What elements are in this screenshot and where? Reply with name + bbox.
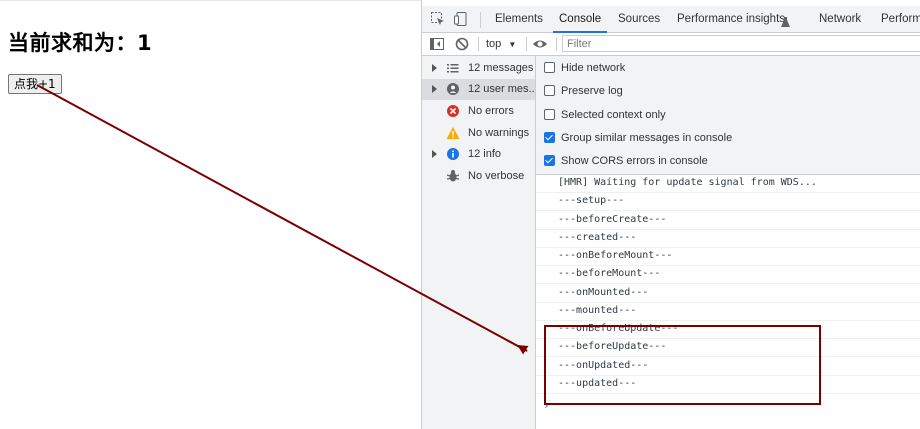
tab-sources[interactable]: Sources (618, 6, 660, 32)
info-icon (446, 147, 460, 161)
checkbox-icon[interactable] (544, 61, 555, 73)
filter-input[interactable] (562, 35, 920, 52)
context-label: top (486, 38, 502, 50)
expand-arrow-icon[interactable] (432, 64, 437, 72)
console-message: ---beforeCreate--- (536, 212, 920, 230)
toolbar-divider (526, 37, 527, 51)
list-icon (446, 61, 460, 75)
console-message: ---setup--- (536, 193, 920, 211)
tab-performance-insights[interactable]: Performance insights (677, 6, 785, 32)
chevron-down-icon: ▼ (508, 40, 517, 49)
checkbox-label: Preserve log (561, 85, 623, 97)
checkbox-checked-icon[interactable] (544, 154, 555, 166)
sum-heading: 当前求和为：1 (8, 31, 153, 55)
console-toolbar: top ▼ (422, 33, 920, 56)
toolbar-divider (478, 37, 479, 51)
sidebar-item-info[interactable]: 12 info (422, 144, 535, 165)
console-settings-panel: Hide network Preserve log Selected conte… (536, 56, 920, 175)
eye-icon[interactable] (532, 36, 548, 52)
checkbox-label: Selected context only (561, 109, 666, 121)
expand-arrow-icon[interactable] (432, 85, 437, 93)
sidebar-item-label: No verbose (468, 170, 525, 182)
tab-network[interactable]: Network (819, 6, 861, 32)
checkbox-icon[interactable] (544, 84, 555, 96)
checkbox-icon[interactable] (544, 108, 555, 120)
console-sidebar: 12 messages 12 user mes... No errors No … (422, 56, 536, 429)
sidebar-item-messages[interactable]: 12 messages (422, 58, 535, 79)
console-message: ---created--- (536, 230, 920, 248)
clear-console-icon[interactable] (454, 36, 470, 52)
sidebar-item-warnings[interactable]: No warnings (422, 123, 535, 144)
preserve-log-checkbox[interactable]: Preserve log (544, 82, 623, 100)
sidebar-toggle-icon[interactable] (429, 36, 445, 52)
tab-console[interactable]: Console (552, 6, 608, 33)
show-cors-checkbox[interactable]: Show CORS errors in console (544, 152, 708, 170)
devtools-tab-bar: Elements Console Sources Performance ins… (422, 6, 920, 33)
device-toolbar-icon[interactable] (453, 11, 469, 27)
checkbox-label: Group similar messages in console (561, 132, 733, 144)
checkbox-checked-icon[interactable] (544, 131, 555, 143)
bug-icon (446, 169, 460, 183)
annotation-highlight-box (544, 325, 821, 405)
sidebar-item-user-messages[interactable]: 12 user mes... (422, 79, 535, 100)
console-message: ---beforeMount--- (536, 266, 920, 284)
sidebar-item-label: 12 messages (468, 62, 534, 74)
error-icon (446, 104, 460, 118)
sidebar-item-errors[interactable]: No errors (422, 101, 535, 122)
sidebar-item-label: 12 user mes... (468, 83, 535, 95)
group-similar-checkbox[interactable]: Group similar messages in console (544, 129, 732, 147)
inspect-element-icon[interactable] (430, 11, 446, 27)
sidebar-item-label: No warnings (468, 127, 530, 139)
tab-bar-divider (480, 12, 481, 28)
hide-network-checkbox[interactable]: Hide network (544, 59, 625, 77)
tab-elements[interactable]: Elements (495, 6, 543, 32)
toolbar-divider (556, 37, 557, 51)
console-message: ---onBeforeMount--- (536, 248, 920, 266)
flask-icon (781, 13, 790, 32)
console-message: ---mounted--- (536, 303, 920, 321)
sidebar-item-label: 12 info (468, 148, 502, 160)
increment-button[interactable]: 点我+1 (8, 74, 62, 94)
console-message: [HMR] Waiting for update signal from WDS… (536, 175, 920, 193)
user-icon (446, 82, 460, 96)
expand-arrow-icon[interactable] (432, 150, 437, 158)
context-selector[interactable]: top ▼ (486, 33, 516, 55)
warning-icon (446, 126, 460, 140)
sidebar-item-verbose[interactable]: No verbose (422, 166, 535, 187)
app-page: 当前求和为：1 点我+1 (0, 0, 421, 429)
console-message: ---onMounted--- (536, 285, 920, 303)
selected-context-checkbox[interactable]: Selected context only (544, 106, 666, 124)
tab-performance[interactable]: Performa (881, 6, 920, 32)
checkbox-label: Show CORS errors in console (561, 155, 708, 167)
checkbox-label: Hide network (561, 62, 626, 74)
sidebar-item-label: No errors (468, 105, 514, 117)
